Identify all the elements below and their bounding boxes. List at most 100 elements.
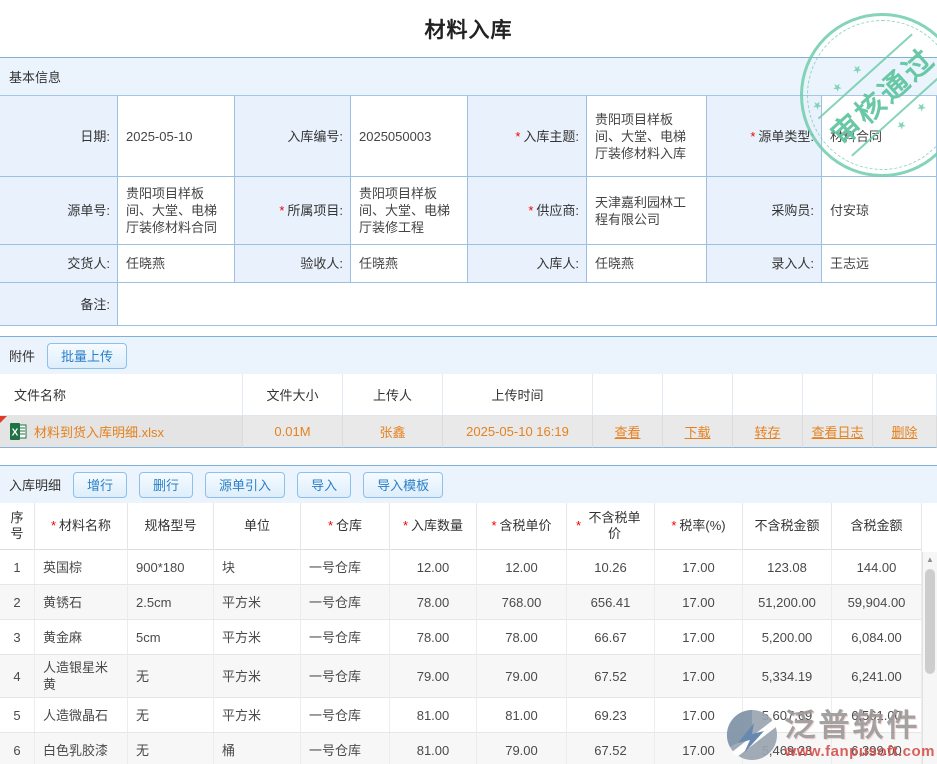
det-col-price-with-tax: *含税单价 xyxy=(477,503,567,550)
cell-seq: 2 xyxy=(0,585,35,620)
batch-upload-button[interactable]: 批量上传 xyxy=(47,343,127,369)
cell-inbound-qty: 81.00 xyxy=(390,698,477,733)
cell-tax-rate: 17.00 xyxy=(655,585,743,620)
attachment-action: 删除 xyxy=(873,416,937,448)
cell-seq: 3 xyxy=(0,620,35,655)
delete-link[interactable]: 删除 xyxy=(891,422,917,441)
att-col-file-size: 文件大小 xyxy=(243,374,343,416)
attachment-file-name-link[interactable]: 材料到货入库明细.xlsx xyxy=(34,422,164,441)
scroll-up-arrow-icon[interactable]: ▲ xyxy=(923,552,937,567)
cell-spec-model: 无 xyxy=(128,655,214,698)
add-row-button[interactable]: 增行 xyxy=(73,472,127,498)
attachment-file-cell: X 材料到货入库明细.xlsx xyxy=(0,416,243,448)
det-col-unit: 单位 xyxy=(214,503,301,550)
cell-unit: 桶 xyxy=(214,733,301,764)
required-asterisk: * xyxy=(528,202,533,219)
att-col-action xyxy=(873,374,937,416)
cell-price-no-tax: 10.26 xyxy=(567,550,655,585)
view-link[interactable]: 查看 xyxy=(614,422,640,441)
svg-text:X: X xyxy=(12,428,19,439)
detail-section-title: 入库明细 xyxy=(9,475,61,494)
att-col-action xyxy=(663,374,733,416)
cell-unit: 平方米 xyxy=(214,698,301,733)
table-row: 2 黄锈石 2.5cm 平方米 一号仓库 78.00 768.00 656.41… xyxy=(0,585,937,620)
material-inbound-page: 材料入库 基本信息 日期: 2025-05-10 入库编号: 202505000… xyxy=(0,0,937,764)
download-link[interactable]: 下载 xyxy=(684,422,710,441)
det-col-price-no-tax: *不含税单价 xyxy=(567,503,655,550)
attachment-action: 下载 xyxy=(663,416,733,448)
cell-spec-model: 无 xyxy=(128,733,214,764)
field-value-project: 贵阳项目样板间、大堂、电梯厅装修工程 xyxy=(351,177,468,245)
det-col-material-name: *材料名称 xyxy=(35,503,128,550)
cell-warehouse: 一号仓库 xyxy=(301,698,390,733)
att-col-action xyxy=(803,374,873,416)
field-label-source-type: *源单类型: xyxy=(707,96,822,177)
save-as-link[interactable]: 转存 xyxy=(754,422,780,441)
cell-amount-no-tax: 5,200.00 xyxy=(743,620,832,655)
cell-amount-with-tax: 59,904.00 xyxy=(832,585,922,620)
table-row: 4 人造银星米黄 无 平方米 一号仓库 79.00 79.00 67.52 17… xyxy=(0,655,937,698)
field-label-remark: 备注: xyxy=(0,283,118,326)
cell-material-name: 黄金麻 xyxy=(35,620,128,655)
det-col-amount-with-tax: 含税金额 xyxy=(832,503,922,550)
required-asterisk: * xyxy=(750,128,755,145)
vertical-scrollbar[interactable]: ▲ xyxy=(922,552,937,764)
field-label-inbound-subject: *入库主题: xyxy=(468,96,587,177)
cell-seq: 6 xyxy=(0,733,35,764)
cell-material-name: 人造微晶石 xyxy=(35,698,128,733)
cell-spec-model: 5cm xyxy=(128,620,214,655)
cell-tax-rate: 17.00 xyxy=(655,733,743,764)
cell-tax-rate: 17.00 xyxy=(655,620,743,655)
basic-info-section-title: 基本信息 xyxy=(9,67,61,86)
import-source-button[interactable]: 源单引入 xyxy=(205,472,285,498)
att-col-uploader: 上传人 xyxy=(343,374,443,416)
field-value-warehouser: 任晓燕 xyxy=(587,245,707,283)
cell-price-with-tax: 79.00 xyxy=(477,655,567,698)
detail-rows: 1 英国棕 900*180 块 一号仓库 12.00 12.00 10.26 1… xyxy=(0,550,937,764)
attachment-upload-time: 2025-05-10 16:19 xyxy=(443,416,593,448)
cell-amount-with-tax: 6,241.00 xyxy=(832,655,922,698)
cell-price-with-tax: 81.00 xyxy=(477,698,567,733)
import-template-button[interactable]: 导入模板 xyxy=(363,472,443,498)
table-row: 3 黄金麻 5cm 平方米 一号仓库 78.00 78.00 66.67 17.… xyxy=(0,620,937,655)
field-value-source-no: 贵阳项目样板间、大堂、电梯厅装修材料合同 xyxy=(118,177,235,245)
attachment-action: 查看日志 xyxy=(803,416,873,448)
view-log-link[interactable]: 查看日志 xyxy=(811,422,863,441)
required-asterisk: * xyxy=(515,128,520,145)
cell-spec-model: 无 xyxy=(128,698,214,733)
field-value-deliverer: 任晓燕 xyxy=(118,245,235,283)
field-label-inspector: 验收人: xyxy=(235,245,351,283)
section-attachments-bar: 附件 批量上传 xyxy=(0,336,937,374)
page-title: 材料入库 xyxy=(0,0,937,57)
section-detail-bar: 入库明细 增行 删行 源单引入 导入 导入模板 xyxy=(0,465,937,503)
cell-inbound-qty: 12.00 xyxy=(390,550,477,585)
cell-inbound-qty: 78.00 xyxy=(390,585,477,620)
spacer xyxy=(0,448,937,465)
spacer xyxy=(0,326,937,336)
required-asterisk: * xyxy=(328,518,333,534)
attachment-action: 查看 xyxy=(593,416,663,448)
delete-row-button[interactable]: 删行 xyxy=(139,472,193,498)
cell-price-with-tax: 78.00 xyxy=(477,620,567,655)
field-value-source-type: 材料合同 xyxy=(822,96,937,177)
required-asterisk: * xyxy=(671,518,676,534)
cell-warehouse: 一号仓库 xyxy=(301,550,390,585)
cell-price-no-tax: 66.67 xyxy=(567,620,655,655)
cell-seq: 1 xyxy=(0,550,35,585)
excel-file-icon: X xyxy=(10,423,27,440)
cell-inbound-qty: 79.00 xyxy=(390,655,477,698)
scrollbar-thumb[interactable] xyxy=(925,569,935,674)
cell-material-name: 白色乳胶漆 xyxy=(35,733,128,764)
cell-inbound-qty: 81.00 xyxy=(390,733,477,764)
cell-tax-rate: 17.00 xyxy=(655,550,743,585)
cell-seq: 4 xyxy=(0,655,35,698)
cell-price-with-tax: 79.00 xyxy=(477,733,567,764)
cell-material-name: 人造银星米黄 xyxy=(35,655,128,698)
cell-amount-with-tax: 6,084.00 xyxy=(832,620,922,655)
det-col-warehouse: *仓库 xyxy=(301,503,390,550)
import-button[interactable]: 导入 xyxy=(297,472,351,498)
det-col-spec-model: 规格型号 xyxy=(128,503,214,550)
field-value-inbound-subject: 贵阳项目样板间、大堂、电梯厅装修材料入库 xyxy=(587,96,707,177)
cell-warehouse: 一号仓库 xyxy=(301,585,390,620)
cell-tax-rate: 17.00 xyxy=(655,655,743,698)
